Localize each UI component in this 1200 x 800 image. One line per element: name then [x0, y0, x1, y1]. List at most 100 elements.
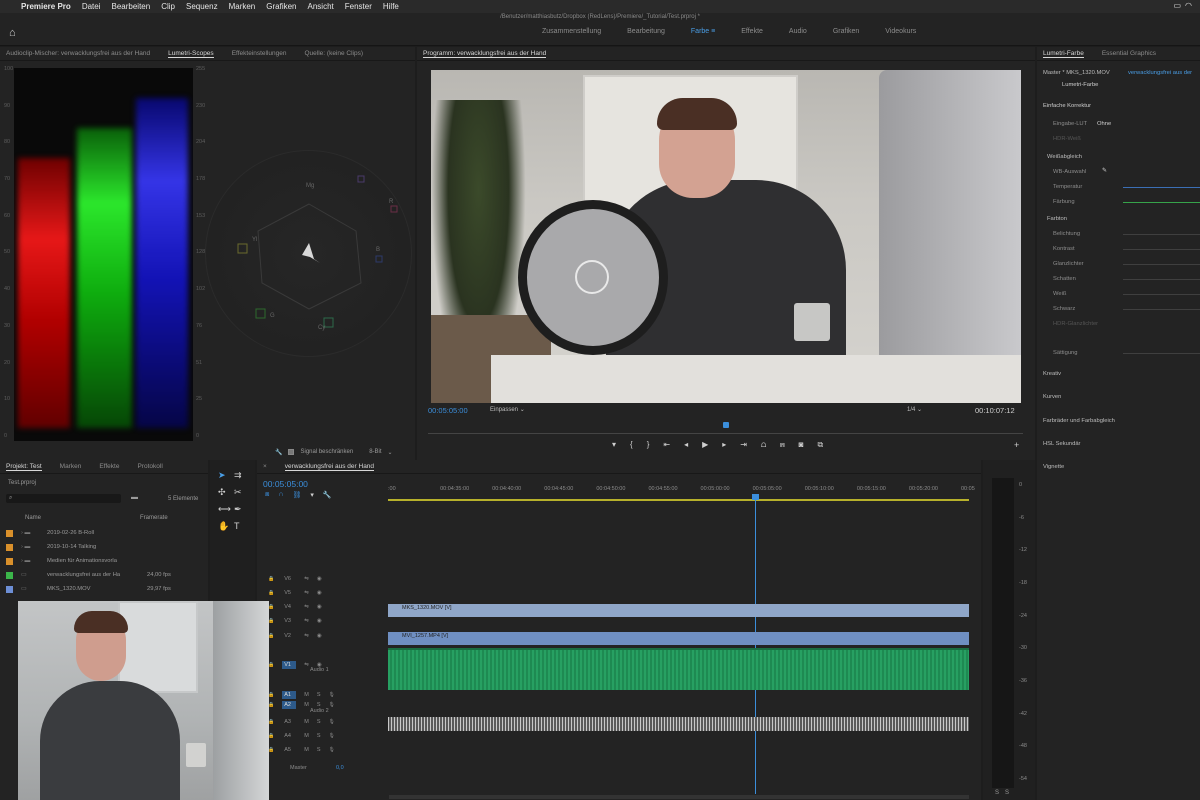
lift-icon[interactable]: ⩍ [761, 440, 766, 450]
label-color-swatch[interactable] [6, 571, 13, 579]
track-header[interactable]: 🔒 V3 ⇋ ◉ [268, 617, 322, 625]
col-fps[interactable]: Framerate [140, 515, 168, 521]
ws-videokurs[interactable]: Videokurs [885, 28, 916, 35]
ws-audio[interactable]: Audio [789, 28, 807, 35]
saturation-slider[interactable] [1123, 353, 1200, 354]
tone-header[interactable]: Farbton [1047, 216, 1067, 222]
project-item[interactable]: ▭ verwacklungsfrei aus der Ha 24,00 fps [6, 568, 204, 582]
sync-icon[interactable]: ⇋ [304, 604, 309, 610]
compare-icon[interactable]: ⧉ [818, 440, 824, 450]
ripple-edit-icon[interactable]: ✣ [218, 487, 234, 498]
go-in-icon[interactable]: ⇤ [663, 440, 670, 450]
menu-datei[interactable]: Datei [82, 2, 101, 11]
track-header[interactable]: 🔒 V2 ⇋ ◉ [268, 632, 322, 640]
tab-program[interactable]: Programm: verwacklungsfrei aus der Hand [423, 50, 547, 58]
track-label[interactable]: A5 [282, 746, 296, 754]
play-icon[interactable]: ▶ [702, 440, 708, 450]
tab-project[interactable]: Projekt: Test [6, 463, 42, 471]
step-back-icon[interactable]: ◂ [684, 440, 688, 450]
tab-history[interactable]: Protokoll [137, 463, 162, 470]
microphone-icon[interactable]: 🎙 [329, 692, 335, 698]
menu-sequenz[interactable]: Sequenz [186, 2, 218, 11]
menu-hilfe[interactable]: Hilfe [383, 2, 399, 11]
signal-checkbox[interactable] [288, 449, 295, 455]
track-header[interactable]: 🔒 A5 M S 🎙 [268, 746, 335, 754]
eye-icon[interactable]: ◉ [317, 590, 322, 596]
whites-slider[interactable] [1123, 294, 1200, 295]
shadows-slider[interactable] [1123, 279, 1200, 280]
selection-tool-icon[interactable]: ➤ [218, 470, 234, 481]
tab-lumetri-color[interactable]: Lumetri-Farbe [1043, 50, 1084, 58]
slip-tool-icon[interactable]: ⟷ [218, 504, 234, 515]
ws-bearbeitung[interactable]: Bearbeitung [627, 28, 665, 35]
step-forward-icon[interactable]: ▸ [722, 440, 726, 450]
track-label[interactable]: V4 [282, 603, 296, 611]
lumetri-master[interactable]: Master * MKS_1320.MOV [1043, 70, 1110, 76]
hand-tool-icon[interactable]: ✋ [218, 521, 234, 532]
sync-icon[interactable]: ⇋ [304, 590, 309, 596]
eye-icon[interactable]: ◉ [317, 576, 322, 582]
highlights-slider[interactable] [1123, 264, 1200, 265]
add-button-icon[interactable]: + [1014, 440, 1019, 450]
exposure-slider[interactable] [1123, 234, 1200, 235]
solo-left[interactable]: S [995, 790, 999, 796]
marker-icon[interactable]: ▾ [612, 440, 616, 450]
app-menu[interactable]: Premiere Pro [21, 2, 71, 11]
lock-icon[interactable]: 🔒 [268, 576, 274, 582]
playhead-marker[interactable] [723, 422, 729, 428]
work-area-bar[interactable] [388, 499, 969, 501]
ws-farbe[interactable]: Farbe ≡ [691, 28, 715, 35]
tab-effect-controls[interactable]: Effekteinstellungen [232, 50, 287, 57]
mute-icon[interactable]: M [304, 733, 309, 739]
camera-icon[interactable]: ▭ [1173, 1, 1181, 10]
program-timecode[interactable]: 00:05:05:00 [428, 406, 468, 415]
solo-icon[interactable]: S [317, 692, 321, 698]
eye-icon[interactable]: ◉ [317, 618, 322, 624]
mute-icon[interactable]: M [304, 692, 309, 698]
vignette-header[interactable]: Vignette [1043, 464, 1064, 470]
sync-icon[interactable]: ⇋ [304, 576, 309, 582]
chevron-down-icon[interactable]: ⌄ [388, 449, 393, 456]
color-wheels-header[interactable]: Farbräder und Farbabgleich [1043, 418, 1115, 424]
mute-icon[interactable]: M [304, 702, 309, 708]
track-label[interactable]: A1 [282, 691, 297, 699]
tint-slider[interactable] [1123, 202, 1200, 203]
eye-icon[interactable]: ◉ [317, 604, 322, 610]
linked-icon[interactable]: ⛓ [292, 491, 301, 499]
microphone-icon[interactable]: 🎙 [329, 719, 335, 725]
menu-bearbeiten[interactable]: Bearbeiten [112, 2, 151, 11]
menu-grafiken[interactable]: Grafiken [266, 2, 296, 11]
pen-tool-icon[interactable]: ✒ [234, 504, 250, 515]
track-label[interactable]: V3 [282, 617, 296, 625]
master-volume[interactable]: 0,0 [336, 765, 344, 771]
timeline-timecode[interactable]: 00:05:05:00 [263, 479, 308, 489]
menu-clip[interactable]: Clip [161, 2, 175, 11]
mute-icon[interactable]: M [304, 747, 309, 753]
solo-right[interactable]: S [1005, 790, 1009, 796]
tab-lumetri-scopes[interactable]: Lumetri-Scopes [168, 50, 214, 58]
close-icon[interactable]: × [263, 463, 267, 470]
folder-icon[interactable]: ▬ [131, 494, 138, 501]
home-icon[interactable]: ⌂ [9, 27, 16, 39]
type-tool-icon[interactable]: T [234, 521, 250, 532]
lumetri-fx-select[interactable]: Lumetri-Farbe [1062, 82, 1098, 88]
eyedropper-icon[interactable]: ✎ [1102, 168, 1107, 174]
solo-icon[interactable]: S [317, 733, 321, 739]
track-label[interactable]: V1 [282, 661, 297, 669]
clip-v1[interactable]: MVI_1257.MP4 [V] [388, 632, 969, 645]
track-header[interactable]: 🔒 V6 ⇋ ◉ [268, 575, 322, 583]
timeline-ruler[interactable]: :00 00:04:35:00 00:04:40:00 00:04:45:00 00:0… [388, 486, 975, 500]
razor-tool-icon[interactable]: ✂ [234, 487, 250, 498]
track-select-icon[interactable]: ⇉ [234, 470, 250, 481]
label-color-swatch[interactable] [6, 585, 13, 593]
track-header[interactable]: 🔒 A1 M S 🎙 [268, 691, 335, 699]
in-point-icon[interactable]: { [630, 440, 633, 450]
track-label[interactable]: A4 [282, 732, 296, 740]
tab-sequence[interactable]: verwacklungsfrei aus der Hand [284, 463, 375, 471]
label-color-swatch[interactable] [6, 557, 13, 565]
tab-effects[interactable]: Effekte [99, 463, 119, 470]
ws-grafiken[interactable]: Grafiken [833, 28, 859, 35]
track-label[interactable]: V5 [282, 589, 296, 597]
microphone-icon[interactable]: 🎙 [329, 747, 335, 753]
track-header[interactable]: 🔒 V5 ⇋ ◉ [268, 589, 322, 597]
